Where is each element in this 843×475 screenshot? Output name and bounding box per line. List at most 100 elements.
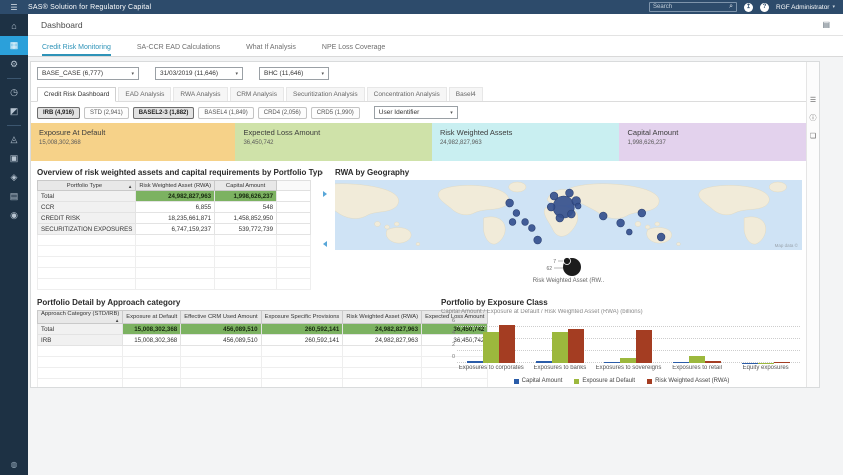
splitter-handle[interactable] [323, 191, 327, 197]
splitter-handle[interactable] [323, 241, 327, 247]
table-cell [276, 278, 312, 290]
dashboard-tab[interactable]: RWA Analysis [173, 87, 228, 101]
sidebar-status-icon[interactable]: ◍ [0, 460, 28, 469]
dashboard-tab[interactable]: CRM Analysis [229, 87, 284, 101]
sidebar-item-dashboard-icon[interactable]: ▦ [0, 36, 28, 55]
kpi-tile[interactable]: Risk Weighted Assets 24,982,827,963 [431, 123, 620, 161]
toggle-button[interactable]: IRB (4,916) [37, 106, 81, 119]
table-header-filler [276, 180, 312, 191]
table-header-cell[interactable]: Exposure at Default [122, 310, 182, 324]
bar-exposure-at-default[interactable] [483, 331, 500, 363]
sidebar-item-folders-icon[interactable]: ▣ [0, 149, 28, 168]
bar-capital-amount[interactable] [741, 362, 758, 363]
bar-risk-weighted-asset-rwa-[interactable] [773, 361, 790, 363]
table-header-cell[interactable]: Exposure Specific Provisions [260, 310, 344, 324]
map-bubble[interactable] [626, 228, 633, 236]
table-row[interactable]: CREDIT RISK 18,235,661,871 1,458,852,950 [36, 212, 312, 224]
toggle-button[interactable]: BASEL2-3 (1,882) [132, 106, 195, 119]
table-header-cell[interactable]: Approach Category (STD/IRB) ▲ [36, 310, 124, 324]
toggle-button[interactable]: BASEL4 (1,849) [198, 106, 254, 119]
world-map[interactable] [335, 180, 802, 250]
map-bubble[interactable] [512, 209, 521, 217]
sidebar-item-models-icon[interactable]: ◬ [0, 130, 28, 149]
bar-capital-amount[interactable] [467, 360, 484, 363]
nav-tab[interactable]: Credit Risk Monitoring [42, 44, 111, 56]
bar-capital-amount[interactable] [535, 361, 552, 363]
nav-tab[interactable]: What If Analysis [246, 44, 296, 56]
map-bubble[interactable] [521, 218, 529, 226]
dashboard-tab[interactable]: Credit Risk Dashboard [37, 87, 117, 102]
sidebar-item-tags-icon[interactable]: ◈ [0, 168, 28, 187]
map-bubble[interactable] [656, 232, 666, 242]
bar-exposure-at-default[interactable] [689, 355, 706, 363]
map-bubble[interactable] [599, 211, 608, 221]
nav-tab[interactable]: NPE Loss Coverage [322, 44, 385, 56]
map-bubble[interactable] [549, 191, 559, 201]
map-bubble[interactable] [637, 208, 646, 218]
map-bubble[interactable] [567, 209, 576, 219]
filter-select[interactable]: 31/03/2019 (11,646) ▾ [155, 67, 243, 80]
table-header-cell[interactable]: Risk Weighted Asset (RWA) [342, 310, 423, 324]
table-header-cell[interactable]: Portfolio Type ▲ [36, 180, 137, 191]
sidebar-item-analytics-icon[interactable]: ◩ [0, 102, 28, 121]
sidebar-item-settings-icon[interactable]: ⚙ [0, 55, 28, 74]
table-row[interactable]: IRB 15,008,302,368 456,089,510 260,592,141 2… [36, 334, 489, 346]
table-header-cell[interactable]: Risk Weighted Asset (RWA) [135, 180, 216, 191]
map-bubble[interactable] [565, 188, 574, 198]
kpi-tile[interactable]: Capital Amount 1,998,626,237 [619, 123, 806, 161]
bar-exposure-at-default[interactable] [757, 362, 774, 363]
toggle-button[interactable]: CRD4 (2,056) [257, 106, 307, 119]
report-icon[interactable]: ▤ [822, 20, 830, 29]
map-bubble[interactable] [555, 213, 564, 223]
filter-select[interactable]: BASE_CASE (6,777) ▾ [37, 67, 139, 80]
rail-menu-icon[interactable]: ☰ [810, 96, 816, 104]
user-identifier-select[interactable]: User Identifier ▾ [373, 106, 458, 119]
map-bubble[interactable] [508, 218, 517, 226]
table-header-cell[interactable]: Effective CRM Used Amount [180, 310, 262, 324]
chart-legend-item[interactable]: Capital Amount [513, 378, 562, 384]
table-row[interactable]: CCR 6,855 548 [36, 201, 312, 213]
map-bubble[interactable] [574, 202, 582, 210]
bar-risk-weighted-asset-rwa-[interactable] [636, 329, 653, 363]
kpi-tile[interactable]: Exposure At Default 15,008,302,368 [31, 123, 236, 161]
toggle-button[interactable]: STD (2,941) [84, 106, 129, 119]
map-bubble[interactable] [533, 235, 542, 245]
chart-legend-item[interactable]: Exposure at Default [574, 378, 635, 384]
table-row[interactable]: Total 24,982,827,963 1,998,626,237 [36, 190, 312, 202]
menu-icon[interactable]: ☰ [0, 3, 28, 12]
bar-exposure-at-default[interactable] [551, 332, 568, 363]
bar-capital-amount[interactable] [673, 362, 690, 363]
bar-risk-weighted-asset-rwa-[interactable] [705, 361, 722, 363]
sidebar-item-reports-icon[interactable]: ▤ [0, 187, 28, 206]
map-bubble[interactable] [546, 202, 556, 212]
dashboard-tab[interactable]: EAD Analysis [118, 87, 172, 101]
bar-exposure-at-default[interactable] [620, 357, 637, 363]
sidebar-item-home-icon[interactable]: ⌂ [0, 17, 28, 36]
help-icon[interactable]: ? [760, 2, 770, 12]
table-row[interactable]: SECURITIZATION EXPOSURES 6,747,159,237 539… [36, 223, 312, 235]
dashboard-tab[interactable]: Securitization Analysis [286, 87, 365, 101]
bar-risk-weighted-asset-rwa-[interactable] [499, 324, 516, 363]
nav-tab[interactable]: SA-CCR EAD Calculations [137, 44, 220, 56]
dashboard-tab[interactable]: Concentration Analysis [366, 87, 447, 101]
table-row[interactable]: Total 15,008,302,368 456,089,510 260,592,14… [36, 323, 489, 335]
bar-risk-weighted-asset-rwa-[interactable] [567, 329, 584, 363]
chart-legend-item[interactable]: Risk Weighted Asset (RWA) [647, 378, 729, 384]
search-input[interactable]: Search ⌕ [649, 2, 738, 12]
info-icon[interactable]: ⓘ [810, 113, 817, 123]
map-bubble[interactable] [505, 198, 514, 208]
dashboard-tab[interactable]: Basel4 [448, 87, 483, 101]
search-icon[interactable]: ⌕ [729, 3, 733, 11]
map-bubble[interactable] [616, 218, 625, 228]
notifications-icon[interactable]: ↥ [744, 2, 754, 12]
sidebar-item-history-icon[interactable]: ◷ [0, 83, 28, 102]
filter-select[interactable]: BHC (11,646) ▾ [259, 67, 329, 80]
kpi-tile[interactable]: Expected Loss Amount 36,450,742 [235, 123, 432, 161]
user-menu[interactable]: RGF Administrator ▾ [776, 4, 835, 11]
map-bubble[interactable] [528, 224, 536, 232]
sidebar-item-workflow-icon[interactable]: ◉ [0, 206, 28, 225]
bar-capital-amount[interactable] [604, 361, 621, 363]
table-header-cell[interactable]: Capital Amount [214, 180, 278, 191]
toggle-button[interactable]: CRD5 (1,990) [310, 106, 360, 119]
comment-icon[interactable]: ❏ [810, 132, 816, 140]
